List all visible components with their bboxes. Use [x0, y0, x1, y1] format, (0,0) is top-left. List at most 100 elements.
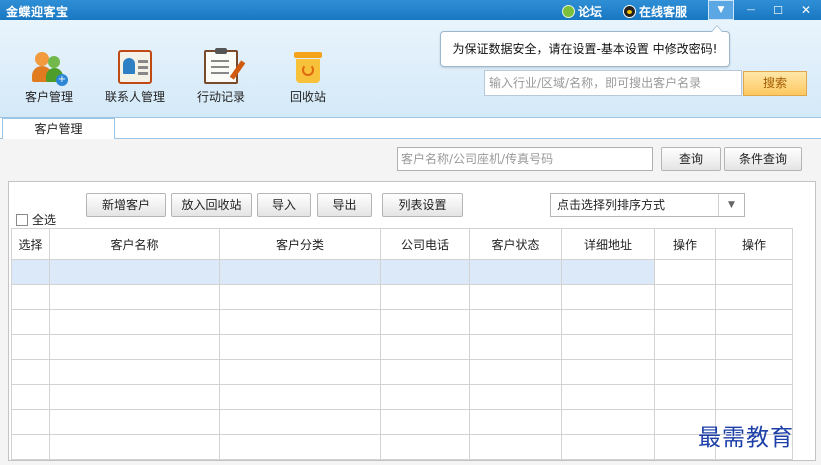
toolbar-contact-management[interactable]: 联系人管理 [99, 50, 171, 105]
table-cell[interactable] [11, 384, 50, 410]
table-cell[interactable] [219, 259, 381, 285]
online-support-link[interactable]: 在线客服 [623, 3, 687, 20]
table-row[interactable] [11, 334, 793, 360]
table-cell[interactable] [380, 359, 470, 385]
import-button[interactable]: 导入 [257, 193, 311, 217]
column-header-select[interactable]: 选择 [11, 228, 50, 260]
table-cell[interactable] [11, 284, 50, 310]
table-cell[interactable] [654, 309, 716, 335]
table-cell[interactable] [561, 434, 655, 460]
forum-link[interactable]: 论坛 [562, 3, 602, 20]
table-cell[interactable] [469, 334, 562, 360]
select-all-checkbox[interactable] [16, 213, 28, 226]
table-cell[interactable] [715, 334, 793, 360]
toolbar-customer-management[interactable]: + 客户管理 [13, 50, 85, 105]
column-header-company-phone[interactable]: 公司电话 [380, 228, 470, 260]
move-to-recycle-button[interactable]: 放入回收站 [171, 193, 252, 217]
table-cell[interactable] [715, 384, 793, 410]
table-row[interactable] [11, 359, 793, 385]
table-cell[interactable] [219, 409, 381, 435]
select-all[interactable]: 全选 [16, 211, 56, 228]
table-cell[interactable] [11, 434, 50, 460]
table-cell[interactable] [49, 334, 220, 360]
table-cell[interactable] [715, 359, 793, 385]
column-sort-select[interactable]: 点击选择列排序方式 ▼ [550, 193, 745, 217]
table-row[interactable] [11, 384, 793, 410]
column-header-address[interactable]: 详细地址 [561, 228, 655, 260]
table-cell[interactable] [11, 359, 50, 385]
table-cell[interactable] [11, 334, 50, 360]
condition-query-button[interactable]: 条件查询 [724, 147, 802, 171]
table-cell[interactable] [469, 259, 562, 285]
table-row[interactable] [11, 284, 793, 310]
table-cell[interactable] [469, 409, 562, 435]
toolbar-recycle-bin[interactable]: 回收站 [272, 50, 344, 105]
table-cell[interactable] [49, 284, 220, 310]
table-cell[interactable] [380, 284, 470, 310]
table-cell[interactable] [380, 259, 470, 285]
table-cell[interactable] [654, 259, 716, 285]
table-row[interactable] [11, 259, 793, 285]
column-header-customer-category[interactable]: 客户分类 [219, 228, 381, 260]
table-cell[interactable] [49, 309, 220, 335]
table-cell[interactable] [561, 284, 655, 310]
column-header-action[interactable]: 操作 [715, 228, 793, 260]
table-cell[interactable] [561, 259, 655, 285]
table-cell[interactable] [380, 384, 470, 410]
table-cell[interactable] [380, 334, 470, 360]
export-button[interactable]: 导出 [317, 193, 372, 217]
table-cell[interactable] [715, 259, 793, 285]
table-cell[interactable] [561, 309, 655, 335]
table-cell[interactable] [469, 284, 562, 310]
table-cell[interactable] [11, 309, 50, 335]
close-button[interactable]: ✕ [793, 0, 819, 20]
table-cell[interactable] [380, 309, 470, 335]
table-cell[interactable] [654, 334, 716, 360]
table-cell[interactable] [219, 384, 381, 410]
query-button[interactable]: 查询 [661, 147, 721, 171]
customer-filter-input[interactable] [397, 147, 653, 171]
minimize-button[interactable]: — [738, 0, 764, 20]
table-cell[interactable] [49, 259, 220, 285]
table-cell[interactable] [715, 309, 793, 335]
table-cell[interactable] [561, 359, 655, 385]
tab-customer-management[interactable]: 客户管理 [2, 118, 115, 139]
list-settings-button[interactable]: 列表设置 [382, 193, 463, 217]
table-cell[interactable] [219, 359, 381, 385]
table-row[interactable] [11, 309, 793, 335]
table-cell[interactable] [654, 284, 716, 310]
table-cell[interactable] [219, 434, 381, 460]
column-header-customer-name[interactable]: 客户名称 [49, 228, 220, 260]
column-header-action[interactable]: 操作 [654, 228, 716, 260]
table-cell[interactable] [49, 384, 220, 410]
table-cell[interactable] [469, 434, 562, 460]
table-cell[interactable] [219, 334, 381, 360]
table-cell[interactable] [561, 334, 655, 360]
table-cell[interactable] [561, 384, 655, 410]
table-cell[interactable] [11, 259, 50, 285]
maximize-button[interactable]: ☐ [765, 0, 791, 20]
table-cell[interactable] [469, 359, 562, 385]
dropdown-menu-button[interactable]: ▼ [708, 0, 734, 20]
toolbar-action-records[interactable]: 行动记录 [185, 48, 257, 105]
directory-search-input[interactable] [484, 70, 742, 96]
table-cell[interactable] [11, 409, 50, 435]
table-row[interactable] [11, 434, 793, 460]
table-cell[interactable] [49, 434, 220, 460]
table-cell[interactable] [219, 309, 381, 335]
table-cell[interactable] [469, 384, 562, 410]
table-cell[interactable] [49, 359, 220, 385]
table-cell[interactable] [380, 409, 470, 435]
table-cell[interactable] [380, 434, 470, 460]
table-cell[interactable] [219, 284, 381, 310]
table-cell[interactable] [561, 409, 655, 435]
table-cell[interactable] [654, 384, 716, 410]
column-header-customer-status[interactable]: 客户状态 [469, 228, 562, 260]
table-row[interactable] [11, 409, 793, 435]
table-cell[interactable] [654, 359, 716, 385]
table-cell[interactable] [715, 284, 793, 310]
search-button[interactable]: 搜索 [743, 71, 807, 96]
new-customer-button[interactable]: 新增客户 [86, 193, 166, 217]
table-cell[interactable] [49, 409, 220, 435]
table-cell[interactable] [469, 309, 562, 335]
